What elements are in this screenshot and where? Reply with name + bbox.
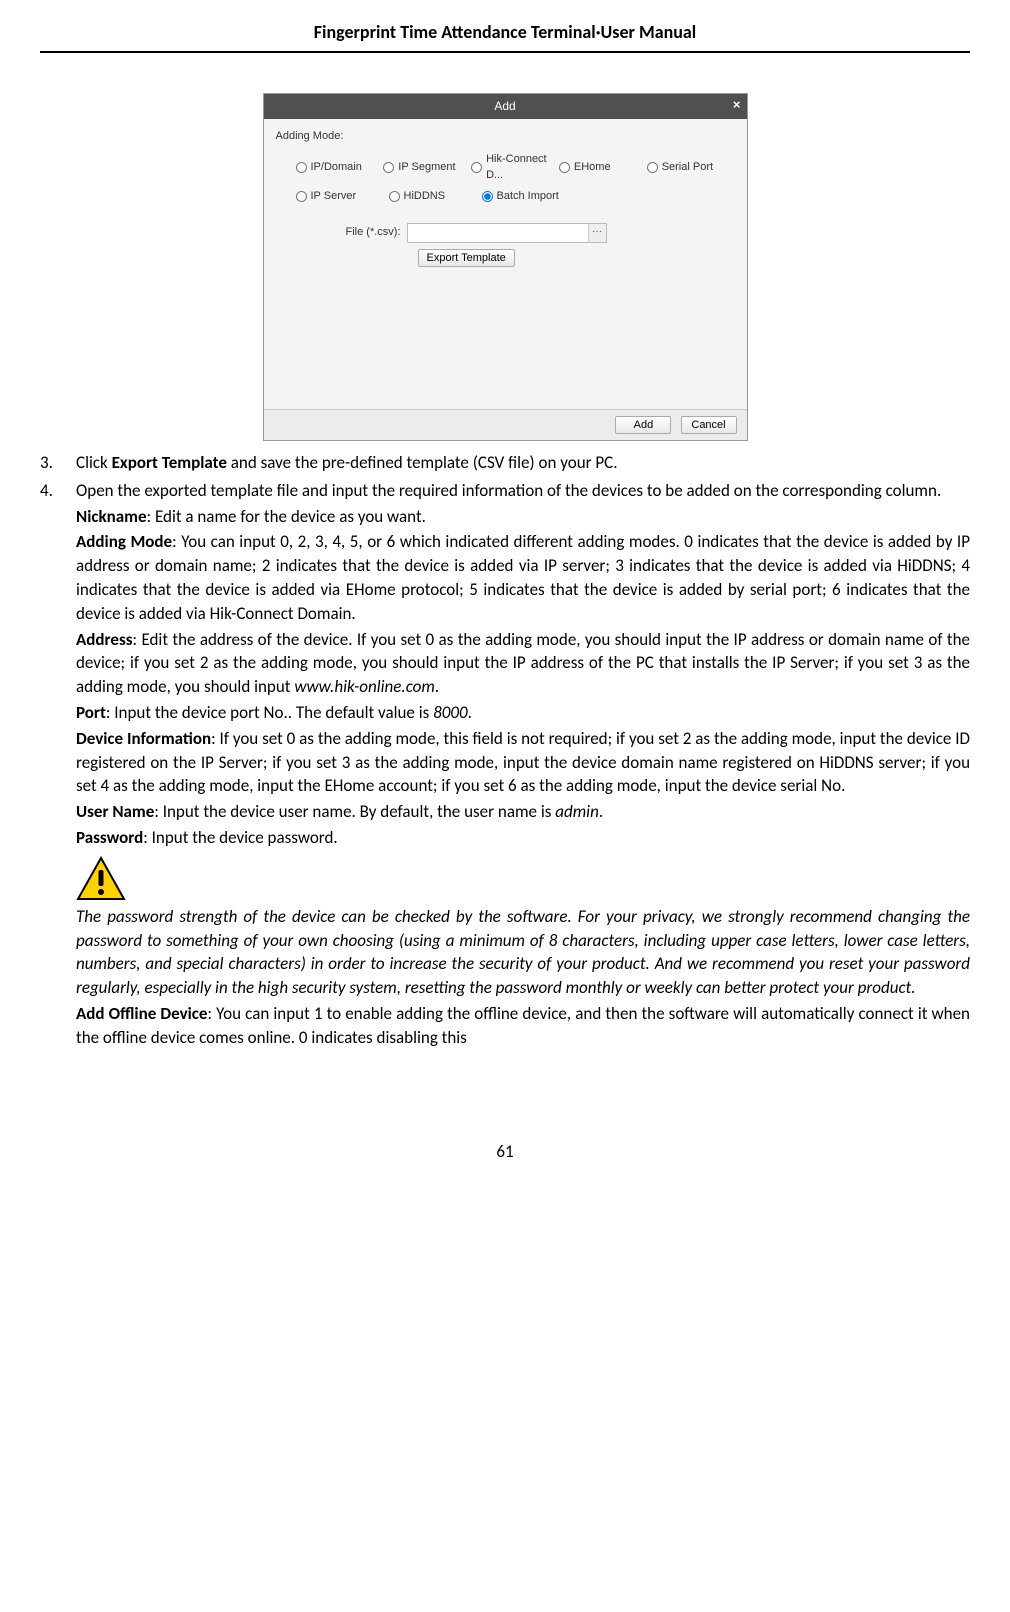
text: : Input the device password. [143,827,337,848]
file-input-wrap: ··· [407,223,607,243]
cancel-button[interactable]: Cancel [681,416,737,434]
add-dialog: Add × Adding Mode: IP/Domain IP Segment … [263,93,748,441]
device-info-para: Device Information: If you set 0 as the … [76,727,970,798]
text: Click [76,452,112,473]
text-bold: Password [76,827,143,848]
add-button[interactable]: Add [615,416,671,434]
document-content: Click Export Template and save the pre-d… [40,451,970,1050]
radio-label: EHome [574,160,611,175]
radio-row-1: IP/Domain IP Segment Hik-Connect D... EH… [296,152,735,183]
warning-text: The password strength of the device can … [76,905,970,1000]
text: . [468,702,472,723]
page-header: Fingerprint Time Attendance Terminal·Use… [40,20,970,53]
address-para: Address: Edit the address of the device.… [76,628,970,699]
offline-para: Add Offline Device: You can input 1 to e… [76,1002,970,1050]
text: and save the pre-defined template (CSV f… [227,452,618,473]
text-bold: Nickname [76,506,147,527]
radio-batch-import[interactable]: Batch Import [482,189,575,204]
radio-label: Batch Import [497,189,559,204]
text: : You can input 1 to enable adding the o… [76,1003,970,1048]
text-italic: www.hik-online.com [294,676,434,697]
radio-ip-segment[interactable]: IP Segment [383,152,471,183]
dialog-body: Adding Mode: IP/Domain IP Segment Hik-Co… [264,119,747,409]
text-bold: Add Offline Device [76,1003,207,1024]
text-bold: User Name [76,801,154,822]
radio-hik-connect[interactable]: Hik-Connect D... [471,152,559,183]
port-para: Port: Input the device port No.. The def… [76,701,970,725]
file-input[interactable] [408,224,588,242]
text: : If you set 0 as the adding mode, this … [76,728,970,797]
file-row: File (*.csv): ··· [346,223,735,243]
radio-hiddns[interactable]: HiDDNS [389,189,482,204]
radio-label: IP Segment [398,160,455,175]
text-italic: 8000 [433,702,467,723]
dialog-title: Add [494,99,515,113]
text: : Input the device user name. By default… [154,801,555,822]
text-bold: Export Template [112,452,227,473]
step-4: Open the exported template file and inpu… [40,479,970,1050]
dialog-titlebar: Add × [264,94,747,119]
text-bold: Device Information [76,728,211,749]
radio-row-2: IP Server HiDDNS Batch Import [296,189,735,204]
dialog-footer: Add Cancel [264,409,747,440]
nickname-para: Nickname: Edit a name for the device as … [76,505,970,529]
radio-label: HiDDNS [404,189,446,204]
adding-mode-para: Adding Mode: You can input 0, 2, 3, 4, 5… [76,530,970,625]
text: : Edit a name for the device as you want… [147,506,426,527]
text-italic: admin [555,801,599,822]
file-label: File (*.csv): [346,225,401,240]
text-bold: Address [76,629,133,650]
radio-label: IP/Domain [311,160,362,175]
close-icon[interactable]: × [733,96,741,114]
text-bold: Port [76,702,106,723]
text-bold: Adding Mode [76,531,172,552]
text: . [599,801,603,822]
step-4-intro: Open the exported template file and inpu… [76,479,970,503]
radio-label: IP Server [311,189,357,204]
radio-ip-server[interactable]: IP Server [296,189,389,204]
text: : Edit the address of the device. If you… [76,629,970,698]
text: : Input the device port No.. The default… [106,702,433,723]
radio-serial-port[interactable]: Serial Port [647,152,735,183]
radio-ip-domain[interactable]: IP/Domain [296,152,384,183]
radio-label: Hik-Connect D... [486,152,559,183]
page-number: 61 [40,1140,970,1164]
user-name-para: User Name: Input the device user name. B… [76,800,970,824]
radio-label: Serial Port [662,160,713,175]
text: : You can input 0, 2, 3, 4, 5, or 6 whic… [76,531,970,623]
password-para: Password: Input the device password. [76,826,970,850]
screenshot-figure: Add × Adding Mode: IP/Domain IP Segment … [40,93,970,441]
warning-icon [76,856,126,901]
export-template-button[interactable]: Export Template [418,249,515,267]
text: . [435,676,439,697]
step-3: Click Export Template and save the pre-d… [40,451,970,475]
adding-mode-label: Adding Mode: [276,129,735,144]
browse-button[interactable]: ··· [588,224,606,242]
radio-ehome[interactable]: EHome [559,152,647,183]
